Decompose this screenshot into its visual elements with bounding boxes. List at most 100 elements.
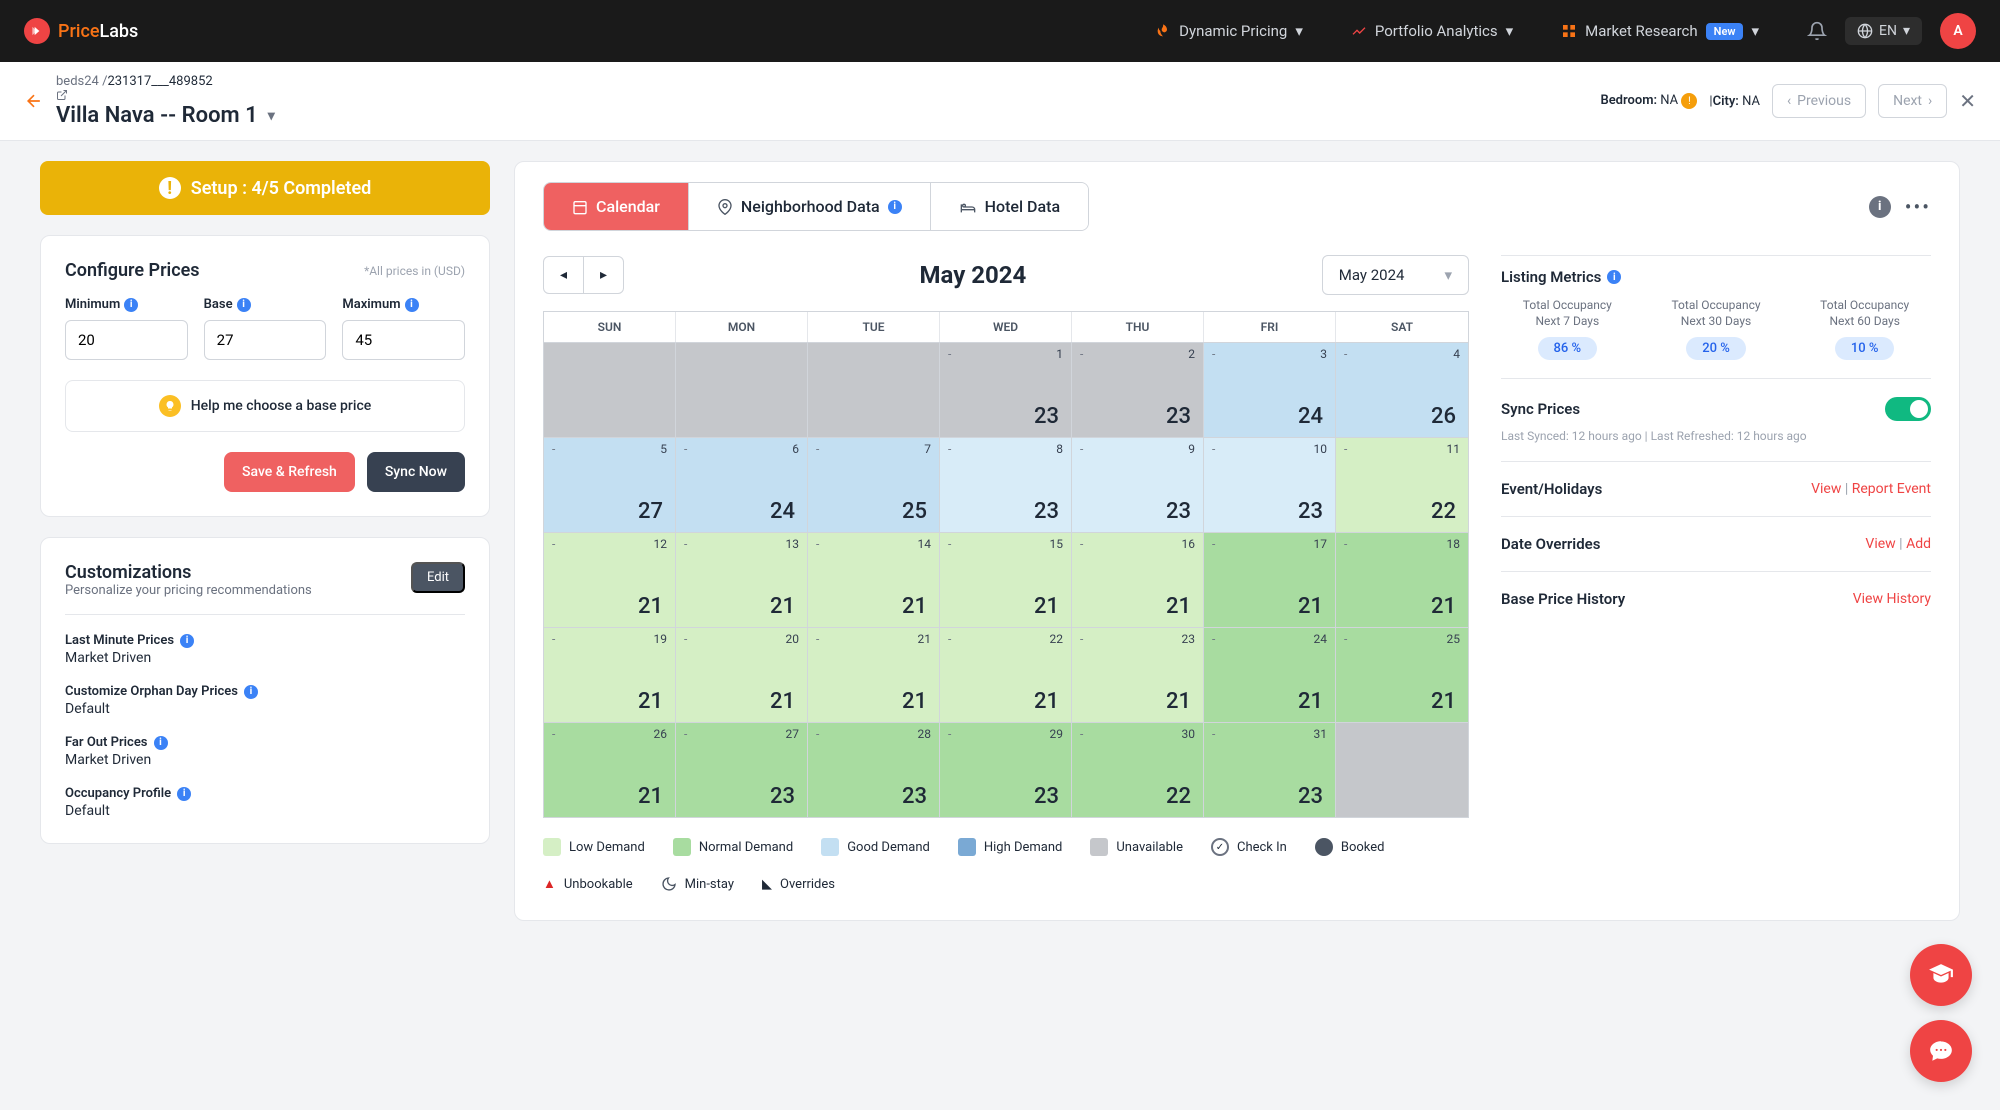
calendar-cell[interactable]: -324 (1204, 342, 1336, 437)
legend-booked: Booked (1315, 838, 1385, 856)
calendar-cell[interactable]: -1321 (676, 532, 808, 627)
nav-portfolio-analytics[interactable]: Portfolio Analytics ▾ (1351, 22, 1513, 40)
bell-icon[interactable] (1807, 21, 1827, 41)
listing-header: beds24 /231317___489852 Villa Nava -- Ro… (56, 74, 275, 128)
overrides-add-link[interactable]: Add (1906, 536, 1931, 552)
info-icon[interactable]: i (124, 298, 138, 312)
view-history-link[interactable]: View History (1853, 591, 1931, 607)
next-month-button[interactable]: ▸ (584, 257, 623, 293)
calendar-cell[interactable]: -1221 (544, 532, 676, 627)
calendar-cell[interactable]: -1721 (1204, 532, 1336, 627)
legend-unbookable: ▲Unbookable (543, 876, 633, 892)
save-refresh-button[interactable]: Save & Refresh (224, 452, 355, 492)
day-header: FRI (1204, 312, 1336, 342)
base-input[interactable] (204, 320, 327, 360)
calendar-cell[interactable]: -2923 (940, 722, 1072, 817)
previous-button[interactable]: ‹Previous (1772, 84, 1866, 118)
info-icon: ! (159, 177, 181, 199)
customizations-title: Customizations (65, 562, 312, 583)
sync-now-button[interactable]: Sync Now (367, 452, 465, 492)
info-icon[interactable]: i (154, 736, 168, 750)
nav-market-research[interactable]: Market Research New ▾ (1561, 22, 1759, 40)
calendar-cell[interactable]: -624 (676, 437, 808, 532)
help-fab[interactable] (1910, 944, 1972, 1006)
calendar-cell[interactable]: -2221 (940, 627, 1072, 722)
calendar-cell[interactable]: -2421 (1204, 627, 1336, 722)
topbar-right: EN ▾ A (1807, 13, 1976, 49)
events-view-link[interactable]: View (1811, 481, 1841, 497)
calendar-cell[interactable]: -426 (1336, 342, 1468, 437)
overrides-view-link[interactable]: View (1865, 536, 1895, 552)
legend-high: High Demand (958, 838, 1063, 856)
logo[interactable]: PriceLabs (24, 18, 138, 44)
warning-badge: ! (1681, 93, 1697, 109)
day-header: THU (1072, 312, 1204, 342)
next-button[interactable]: Next› (1878, 84, 1947, 118)
info-icon[interactable]: i (405, 298, 419, 312)
chevron-down-icon: ▾ (268, 108, 275, 124)
info-icon[interactable]: i (244, 685, 258, 699)
day-header: WED (940, 312, 1072, 342)
calendar-cell[interactable]: -2321 (1072, 627, 1204, 722)
calendar-cell[interactable]: -2723 (676, 722, 808, 817)
maximum-input[interactable] (342, 320, 465, 360)
tab-neighborhood[interactable]: Neighborhood Data i (689, 183, 931, 230)
info-icon[interactable]: i (1869, 196, 1891, 218)
legend-checkin: ✓Check In (1211, 838, 1287, 856)
language-selector[interactable]: EN ▾ (1845, 17, 1922, 45)
help-choose-base-button[interactable]: Help me choose a base price (65, 380, 465, 432)
calendar-cell[interactable]: -527 (544, 437, 676, 532)
calendar-cell[interactable]: -2823 (808, 722, 940, 817)
avatar[interactable]: A (1940, 13, 1976, 49)
info-icon[interactable]: i (1607, 270, 1621, 284)
calendar-cell[interactable]: -1621 (1072, 532, 1204, 627)
chevron-down-icon: ▾ (1903, 23, 1910, 39)
info-icon[interactable]: i (180, 634, 194, 648)
calendar-cell[interactable]: -2021 (676, 627, 808, 722)
external-link-icon[interactable] (56, 89, 275, 101)
calendar-grid: SUNMONTUEWEDTHUFRISAT -123-223-324-426-5… (543, 311, 1469, 818)
month-selector[interactable]: May 2024 ▾ (1322, 255, 1469, 295)
info-icon[interactable]: i (237, 298, 251, 312)
grid-icon (1561, 23, 1577, 39)
calendar-cell[interactable]: -1122 (1336, 437, 1468, 532)
info-icon[interactable]: i (177, 787, 191, 801)
close-icon[interactable]: ✕ (1959, 89, 1976, 113)
calendar-cell[interactable]: -823 (940, 437, 1072, 532)
configure-title: Configure Prices (65, 260, 200, 281)
subheader-right: Bedroom: NA ! |City: NA ‹Previous Next› … (1600, 84, 1976, 118)
nav-dynamic-pricing[interactable]: Dynamic Pricing ▾ (1155, 22, 1303, 40)
calendar-cell[interactable]: -123 (940, 342, 1072, 437)
calendar-cell (544, 342, 676, 437)
prev-month-button[interactable]: ◂ (544, 257, 584, 293)
sync-prices-title: Sync Prices (1501, 400, 1580, 418)
sync-toggle[interactable] (1885, 397, 1931, 421)
calendar-cell[interactable]: -1821 (1336, 532, 1468, 627)
minimum-input[interactable] (65, 320, 188, 360)
calendar-cell[interactable]: -223 (1072, 342, 1204, 437)
calendar-cell[interactable]: -3022 (1072, 722, 1204, 817)
setup-banner[interactable]: ! Setup : 4/5 Completed (40, 161, 490, 215)
calendar-cell[interactable]: -725 (808, 437, 940, 532)
topbar: PriceLabs Dynamic Pricing ▾ Portfolio An… (0, 0, 2000, 62)
calendar-cell[interactable]: -923 (1072, 437, 1204, 532)
calendar-cell[interactable]: -1921 (544, 627, 676, 722)
more-icon[interactable]: ••• (1905, 195, 1931, 219)
calendar-cell[interactable]: -1421 (808, 532, 940, 627)
tab-hotel[interactable]: Hotel Data (931, 183, 1088, 230)
calendar-cell[interactable]: -2521 (1336, 627, 1468, 722)
occupancy-metric: Total OccupancyNext 60 Days10 % (1798, 298, 1931, 360)
listing-metrics-title: Listing Metricsi (1501, 268, 1931, 286)
calendar-cell[interactable]: -3123 (1204, 722, 1336, 817)
edit-button[interactable]: Edit (411, 562, 465, 593)
back-arrow-icon[interactable] (24, 91, 44, 111)
listing-title[interactable]: Villa Nava -- Room 1 ▾ (56, 103, 275, 128)
calendar-cell[interactable]: -1023 (1204, 437, 1336, 532)
tab-calendar[interactable]: Calendar (544, 183, 689, 230)
chat-fab[interactable] (1910, 1020, 1972, 1082)
tabs: Calendar Neighborhood Data i Hotel Data (543, 182, 1089, 231)
calendar-cell[interactable]: -2621 (544, 722, 676, 817)
report-event-link[interactable]: Report Event (1852, 481, 1931, 497)
calendar-cell[interactable]: -1521 (940, 532, 1072, 627)
calendar-cell[interactable]: -2121 (808, 627, 940, 722)
